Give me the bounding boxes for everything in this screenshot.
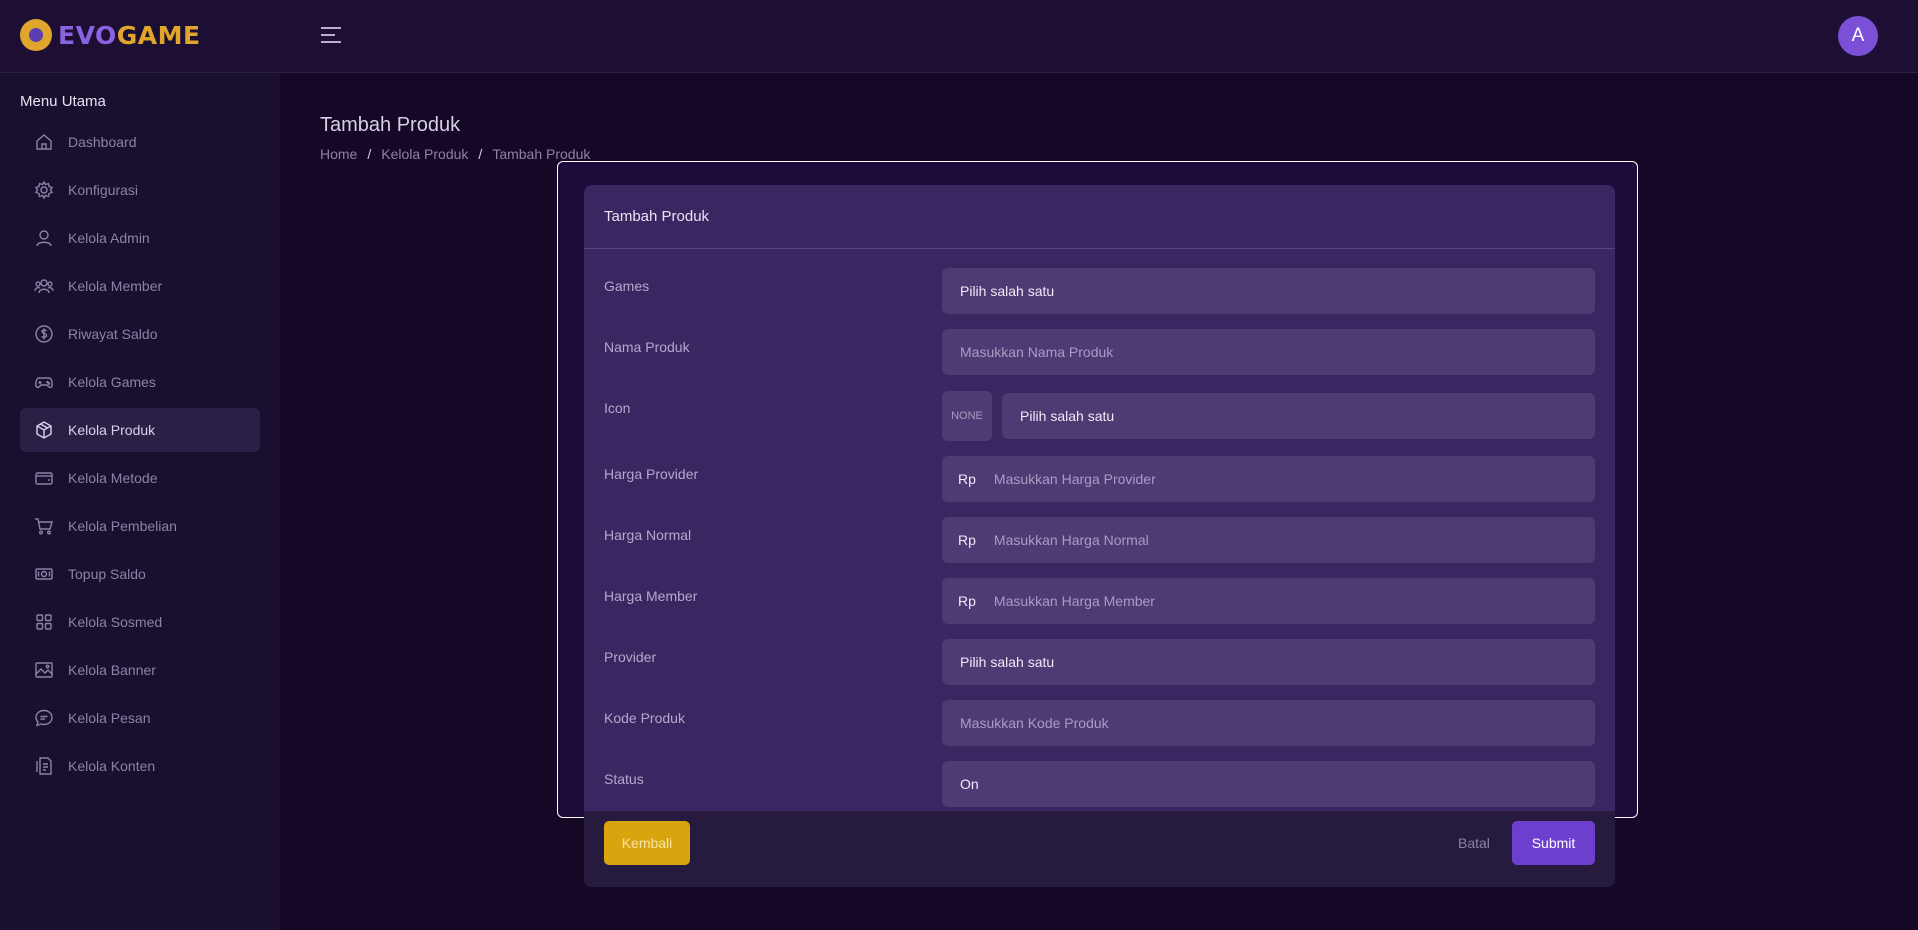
sidebar-item-kelola-admin[interactable]: Kelola Admin (20, 216, 260, 260)
breadcrumb-home[interactable]: Home (320, 146, 357, 162)
icon-label: Icon (604, 400, 631, 416)
sidebar-item-kelola-games[interactable]: Kelola Games (20, 360, 260, 404)
avatar[interactable]: A (1838, 16, 1878, 56)
sidebar-item-kelola-produk[interactable]: Kelola Produk (20, 408, 260, 452)
sidebar-item-kelola-pembelian[interactable]: Kelola Pembelian (20, 504, 260, 548)
sidebar-title: Menu Utama (20, 93, 106, 110)
provider-select[interactable]: Pilih salah satu (942, 639, 1595, 685)
sidebar-item-kelola-member[interactable]: Kelola Member (20, 264, 260, 308)
user-icon (36, 230, 52, 247)
sidebar-item-kelola-metode[interactable]: Kelola Metode (20, 456, 260, 500)
form-footer: Kembali Batal Submit (584, 811, 1615, 887)
logo-icon (20, 19, 52, 51)
image-icon (35, 662, 53, 678)
sidebar-item-label: Kelola Konten (68, 758, 156, 774)
harga-member-input[interactable]: Rp Masukkan Harga Member (942, 578, 1595, 624)
users-icon (34, 279, 54, 294)
harga-provider-placeholder: Masukkan Harga Provider (993, 471, 1156, 487)
wallet-icon (35, 472, 53, 485)
currency-prefix: Rp (958, 593, 976, 609)
sidebar-item-label: Kelola Pesan (68, 710, 151, 726)
dollar-circle-icon (35, 325, 53, 343)
sidebar-item-kelola-konten[interactable]: Kelola Konten (20, 744, 260, 788)
home-icon (36, 134, 52, 150)
menu-toggle-icon[interactable] (321, 27, 341, 45)
harga-provider-label: Harga Provider (604, 466, 699, 482)
sidebar-item-label: Riwayat Saldo (68, 326, 158, 342)
icon-select[interactable]: Pilih salah satu (1002, 393, 1595, 439)
sidebar-item-kelola-pesan[interactable]: Kelola Pesan (20, 696, 260, 740)
kode-produk-label: Kode Produk (604, 710, 685, 726)
currency-prefix: Rp (958, 532, 976, 548)
status-select[interactable]: On (942, 761, 1595, 807)
submit-button[interactable]: Submit (1512, 821, 1595, 865)
sidebar-item-label: Kelola Produk (68, 422, 156, 438)
sidebar: Menu Utama Dashboard Konfigurasi Kelola … (0, 73, 280, 930)
sidebar-item-kelola-banner[interactable]: Kelola Banner (20, 648, 260, 692)
sidebar-item-riwayat-saldo[interactable]: Riwayat Saldo (20, 312, 260, 356)
icon-preview: NONE (942, 391, 992, 441)
form-title: Tambah Produk (584, 185, 1615, 249)
sidebar-item-label: Konfigurasi (68, 182, 139, 198)
harga-normal-input[interactable]: Rp Masukkan Harga Normal (942, 517, 1595, 563)
top-bar: EVOGAME A (0, 0, 1918, 73)
sidebar-item-dashboard[interactable]: Dashboard (20, 120, 260, 164)
cart-icon (35, 518, 53, 535)
sidebar-item-label: Kelola Member (68, 278, 163, 294)
product-form-card: Tambah Produk Games Pilih salah satu Nam… (584, 185, 1615, 887)
cash-icon (35, 568, 53, 580)
sidebar-item-label: Kelola Banner (68, 662, 156, 678)
brand-name-part2: GAME (116, 20, 201, 50)
chat-icon (35, 709, 53, 727)
currency-prefix: Rp (958, 471, 976, 487)
gear-icon (34, 180, 54, 200)
sidebar-item-label: Kelola Games (68, 374, 156, 390)
brand-logo[interactable]: EVOGAME (20, 19, 201, 51)
provider-label: Provider (604, 649, 657, 665)
sidebar-item-topup-saldo[interactable]: Topup Saldo (20, 552, 260, 596)
sidebar-item-label: Topup Saldo (68, 566, 146, 582)
breadcrumb: Home / Kelola Produk / Tambah Produk (320, 146, 590, 162)
games-select[interactable]: Pilih salah satu (942, 268, 1595, 314)
harga-normal-placeholder: Masukkan Harga Normal (993, 532, 1149, 548)
sidebar-menu: Dashboard Konfigurasi Kelola Admin Kelol… (20, 120, 260, 792)
breadcrumb-current: Tambah Produk (492, 146, 591, 162)
back-button[interactable]: Kembali (604, 821, 690, 865)
harga-member-label: Harga Member (604, 588, 698, 604)
sidebar-item-label: Kelola Admin (68, 230, 150, 246)
harga-member-placeholder: Masukkan Harga Member (993, 593, 1155, 609)
document-icon (36, 757, 52, 775)
brand-name: EVOGAME (58, 21, 201, 50)
nama-produk-input[interactable]: Masukkan Nama Produk (942, 329, 1595, 375)
harga-provider-input[interactable]: Rp Masukkan Harga Provider (942, 456, 1595, 502)
cancel-button[interactable]: Batal (1458, 821, 1490, 865)
breadcrumb-kelola-produk[interactable]: Kelola Produk (381, 146, 468, 162)
kode-produk-input[interactable]: Masukkan Kode Produk (942, 700, 1595, 746)
page-title: Tambah Produk (320, 114, 461, 136)
status-label: Status (604, 771, 644, 787)
brand-name-part1: EVO (58, 20, 117, 50)
harga-normal-label: Harga Normal (604, 527, 692, 543)
breadcrumb-separator: / (478, 146, 483, 162)
sidebar-item-label: Kelola Metode (68, 470, 158, 486)
sidebar-item-label: Dashboard (68, 134, 137, 150)
gamepad-icon (35, 377, 53, 389)
grid-icon (36, 614, 52, 630)
games-label: Games (604, 278, 650, 294)
nama-produk-label: Nama Produk (604, 339, 690, 355)
box-icon (36, 421, 52, 439)
sidebar-item-konfigurasi[interactable]: Konfigurasi (20, 168, 260, 212)
breadcrumb-separator: / (367, 146, 372, 162)
sidebar-item-label: Kelola Sosmed (68, 614, 163, 630)
sidebar-item-label: Kelola Pembelian (68, 518, 177, 534)
sidebar-item-kelola-sosmed[interactable]: Kelola Sosmed (20, 600, 260, 644)
